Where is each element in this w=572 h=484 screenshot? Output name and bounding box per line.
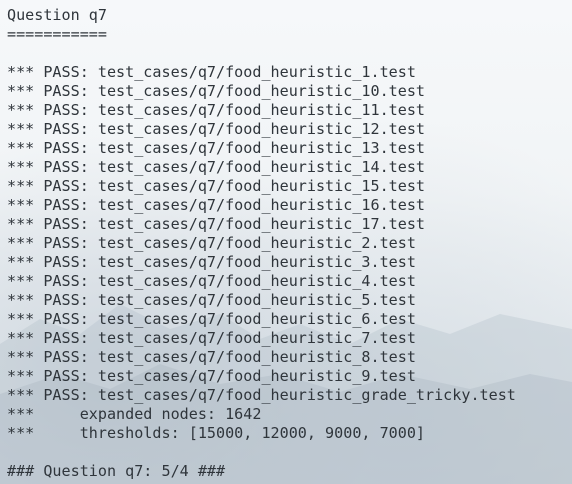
test-result-line: *** PASS: test_cases/q7/food_heuristic_1… [7,177,426,195]
output-underline: =========== [7,25,107,43]
test-result-line: *** PASS: test_cases/q7/food_heuristic_1… [7,139,426,157]
output-blank-line [7,443,516,462]
output-header: Question q7 [7,6,107,24]
test-result-line: *** PASS: test_cases/q7/food_heuristic_9… [7,367,416,385]
test-result-line: *** PASS: test_cases/q7/food_heuristic_8… [7,348,416,366]
test-result-line: *** PASS: test_cases/q7/food_heuristic_7… [7,329,416,347]
test-result-line: *** PASS: test_cases/q7/food_heuristic_1… [7,120,426,138]
test-result-line: *** PASS: test_cases/q7/food_heuristic_g… [7,386,516,404]
test-result-line: *** PASS: test_cases/q7/food_heuristic_1… [7,82,426,100]
test-result-line: *** PASS: test_cases/q7/food_heuristic_3… [7,253,416,271]
question-score-line: ### Question q7: 5/4 ### [7,462,226,480]
output-lines: Question q7 =========== *** PASS: test_c… [7,6,516,481]
test-result-line: *** PASS: test_cases/q7/food_heuristic_6… [7,310,416,328]
test-result-line: *** PASS: test_cases/q7/food_heuristic_1… [7,63,416,81]
test-result-line: *** PASS: test_cases/q7/food_heuristic_1… [7,101,426,119]
expanded-nodes-line: *** expanded nodes: 1642 [7,405,262,423]
test-result-line: *** PASS: test_cases/q7/food_heuristic_1… [7,158,426,176]
test-result-line: *** PASS: test_cases/q7/food_heuristic_5… [7,291,416,309]
terminal-output[interactable]: Question q7 =========== *** PASS: test_c… [0,0,572,484]
output-blank-line [7,44,516,63]
test-result-line: *** PASS: test_cases/q7/food_heuristic_1… [7,196,426,214]
thresholds-line: *** thresholds: [15000, 12000, 9000, 700… [7,424,426,442]
test-result-line: *** PASS: test_cases/q7/food_heuristic_4… [7,272,416,290]
test-result-line: *** PASS: test_cases/q7/food_heuristic_1… [7,215,426,233]
test-result-line: *** PASS: test_cases/q7/food_heuristic_2… [7,234,416,252]
